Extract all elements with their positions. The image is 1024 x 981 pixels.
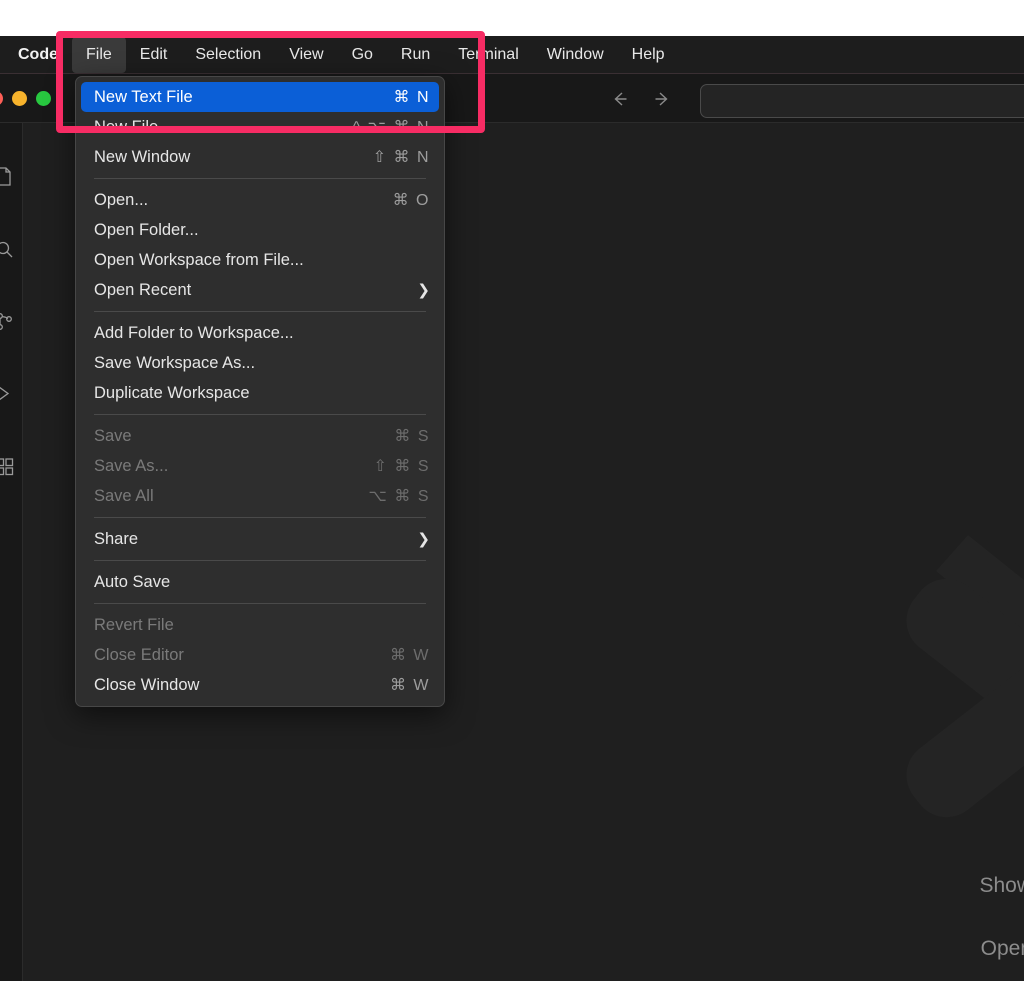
maximize-window-button[interactable] [36, 91, 51, 106]
menu-item-label: Revert File [94, 615, 174, 634]
menu-item-label: New File... [94, 117, 172, 136]
menubar-item-selection[interactable]: Selection [181, 37, 275, 73]
menu-item-new-window[interactable]: New Window ⇧ ⌘ N [76, 142, 444, 172]
menu-item-label: Open Workspace from File... [94, 250, 304, 269]
vscode-chevron-logo [844, 533, 1024, 863]
command-center-input[interactable] [700, 84, 1024, 118]
menubar-item-run[interactable]: Run [387, 37, 444, 73]
menu-item-label: New Window [94, 147, 191, 166]
menu-item-label: Close Window [94, 675, 200, 694]
menu-item-shortcut: ⌘ O [392, 192, 430, 209]
screen-root: Code File Edit Selection View Go Run Ter… [0, 0, 1024, 981]
menu-item-save-as: Save As... ⇧ ⌘ S [76, 451, 444, 481]
run-debug-icon[interactable] [0, 375, 22, 411]
watermark-line-show[interactable]: Show [979, 875, 1024, 896]
explorer-icon[interactable] [0, 158, 22, 194]
extensions-icon[interactable] [0, 448, 22, 484]
menu-item-shortcut: ⌥ ⌘ S [368, 488, 430, 505]
menu-item-label: Save As... [94, 456, 169, 475]
menu-item-new-text-file[interactable]: New Text File ⌘ N [81, 82, 439, 112]
window-traffic-lights [0, 91, 51, 106]
menubar-item-edit[interactable]: Edit [126, 37, 182, 73]
menu-item-label: Share [94, 529, 139, 548]
menu-item-shortcut: ⌘ W [389, 677, 430, 694]
menubar-item-file[interactable]: File [72, 36, 126, 73]
menu-item-open-folder[interactable]: Open Folder... [76, 215, 444, 245]
navigation-arrows [608, 88, 674, 110]
menu-separator [94, 517, 426, 518]
menu-item-shortcut: ^ ⌥ ⌘ N [352, 119, 430, 136]
close-window-button[interactable] [0, 91, 3, 106]
menu-item-open[interactable]: Open... ⌘ O [76, 185, 444, 215]
menubar-item-window[interactable]: Window [533, 37, 618, 73]
menu-separator [94, 311, 426, 312]
menu-item-label: New Text File [94, 87, 193, 106]
arrow-right-icon[interactable] [652, 88, 674, 110]
arrow-left-icon[interactable] [608, 88, 630, 110]
menubar-item-go[interactable]: Go [338, 37, 387, 73]
file-dropdown-menu: New Text File ⌘ N New File... ^ ⌥ ⌘ N New Wi… [75, 76, 445, 707]
desktop-background [0, 0, 1024, 36]
menu-item-shortcut: ⇧ ⌘ N [372, 149, 430, 166]
menu-separator [94, 560, 426, 561]
chevron-right-icon: ❯ [417, 531, 430, 548]
menu-item-label: Open... [94, 190, 149, 209]
menu-item-open-recent[interactable]: Open Recent ❯ [76, 275, 444, 305]
menu-item-label: Save [94, 426, 132, 445]
chevron-right-icon: ❯ [417, 282, 430, 299]
menu-item-label: Close Editor [94, 645, 184, 664]
activity-bar [0, 123, 23, 981]
menu-item-open-workspace-from-file[interactable]: Open Workspace from File... [76, 245, 444, 275]
watermark-line-open[interactable]: Open [979, 938, 1024, 959]
menubar-app-name[interactable]: Code [0, 36, 72, 74]
menu-item-add-folder-to-workspace[interactable]: Add Folder to Workspace... [76, 318, 444, 348]
minimize-window-button[interactable] [12, 91, 27, 106]
menu-item-save-all: Save All ⌥ ⌘ S [76, 481, 444, 511]
menubar-item-help[interactable]: Help [618, 37, 679, 73]
menu-item-auto-save[interactable]: Auto Save [76, 567, 444, 597]
macos-menu-bar: Code File Edit Selection View Go Run Ter… [0, 36, 1024, 74]
menu-item-save: Save ⌘ S [76, 421, 444, 451]
menu-item-shortcut: ⌘ S [394, 428, 430, 445]
menu-item-new-file[interactable]: New File... ^ ⌥ ⌘ N [76, 112, 444, 142]
menu-item-label: Auto Save [94, 572, 171, 591]
menu-separator [94, 178, 426, 179]
menu-item-label: Save All [94, 486, 154, 505]
menu-item-label: Save Workspace As... [94, 353, 256, 372]
search-icon[interactable] [0, 231, 22, 267]
source-control-icon[interactable] [0, 303, 22, 339]
menu-item-close-window[interactable]: Close Window ⌘ W [76, 670, 444, 700]
menu-item-revert-file: Revert File [76, 610, 444, 640]
menu-item-label: Open Recent [94, 280, 192, 299]
menu-item-duplicate-workspace[interactable]: Duplicate Workspace [76, 378, 444, 408]
menubar-item-terminal[interactable]: Terminal [444, 37, 532, 73]
menu-separator [94, 414, 426, 415]
menu-separator [94, 603, 426, 604]
menu-item-close-editor: Close Editor ⌘ W [76, 640, 444, 670]
menu-item-save-workspace-as[interactable]: Save Workspace As... [76, 348, 444, 378]
menu-item-shortcut: ⇧ ⌘ S [373, 458, 430, 475]
menubar-item-view[interactable]: View [275, 37, 337, 73]
menu-item-label: Add Folder to Workspace... [94, 323, 294, 342]
editor-watermark: Show Open [979, 833, 1024, 959]
menu-item-share[interactable]: Share ❯ [76, 524, 444, 554]
menu-item-label: Duplicate Workspace [94, 383, 250, 402]
menu-item-label: Open Folder... [94, 220, 199, 239]
menu-item-shortcut: ⌘ N [393, 89, 430, 106]
menu-item-shortcut: ⌘ W [389, 647, 430, 664]
